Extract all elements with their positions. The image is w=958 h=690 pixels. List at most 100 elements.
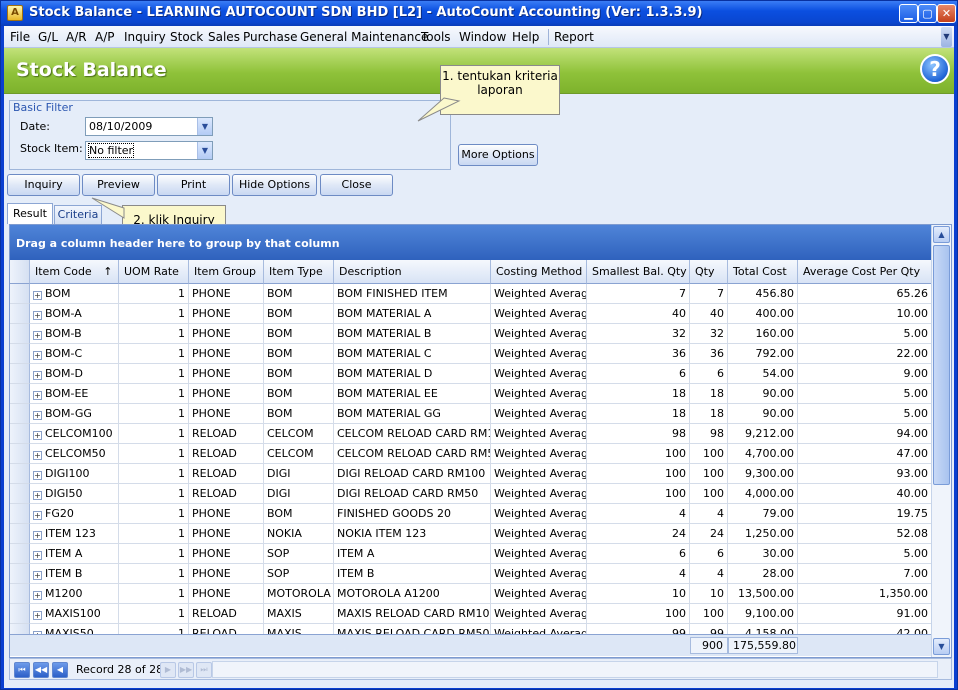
cell-item-type[interactable]: BOM — [264, 324, 334, 344]
cell-description[interactable]: ITEM B — [334, 564, 491, 584]
cell-total-cost[interactable]: 9,100.00 — [728, 604, 798, 624]
tab-result[interactable]: Result — [7, 203, 53, 224]
cell-average-cost[interactable]: 40.00 — [798, 484, 932, 504]
expand-row-icon[interactable]: + — [33, 331, 42, 340]
cell-item-group[interactable]: RELOAD — [189, 464, 264, 484]
cell-item-group[interactable]: PHONE — [189, 364, 264, 384]
cell-smallest-bal-qty[interactable]: 100 — [587, 484, 690, 504]
cell-description[interactable]: DIGI RELOAD CARD RM100 — [334, 464, 491, 484]
cell-item-code[interactable]: + BOM-GG — [30, 404, 119, 424]
menu-sales[interactable]: Sales — [208, 30, 240, 44]
cell-smallest-bal-qty[interactable]: 32 — [587, 324, 690, 344]
cell-average-cost[interactable]: 94.00 — [798, 424, 932, 444]
menu-gl[interactable]: G/L — [38, 30, 58, 44]
scroll-thumb[interactable] — [933, 245, 950, 485]
table-row[interactable]: + BOM-A 1 PHONE BOM BOM MATERIAL A Weighted Av… — [10, 304, 932, 324]
cell-qty[interactable]: 24 — [690, 524, 728, 544]
chevron-down-icon[interactable]: ▼ — [197, 142, 212, 159]
cell-uom-rate[interactable]: 1 — [119, 544, 189, 564]
cell-item-group[interactable]: PHONE — [189, 564, 264, 584]
cell-item-code[interactable]: + M1200 — [30, 584, 119, 604]
cell-item-code[interactable]: + FG20 — [30, 504, 119, 524]
cell-item-group[interactable]: RELOAD — [189, 444, 264, 464]
cell-item-code[interactable]: + BOM-D — [30, 364, 119, 384]
cell-average-cost[interactable]: 47.00 — [798, 444, 932, 464]
menu-inquiry[interactable]: Inquiry — [124, 30, 166, 44]
cell-smallest-bal-qty[interactable]: 18 — [587, 404, 690, 424]
col-item-group[interactable]: Item Group — [189, 260, 264, 284]
expand-row-icon[interactable]: + — [33, 491, 42, 500]
cell-costing-method[interactable]: Weighted Average — [491, 364, 587, 384]
title-bar[interactable]: A Stock Balance - LEARNING AUTOCOUNT SDN… — [1, 1, 957, 26]
cell-average-cost[interactable]: 9.00 — [798, 364, 932, 384]
menu-stock[interactable]: Stock — [170, 30, 203, 44]
prev-record-icon[interactable]: ◀ — [52, 662, 68, 678]
menu-tools[interactable]: Tools — [421, 30, 451, 44]
cell-average-cost[interactable]: 7.00 — [798, 564, 932, 584]
cell-item-type[interactable]: BOM — [264, 504, 334, 524]
cell-uom-rate[interactable]: 1 — [119, 484, 189, 504]
preview-button[interactable]: Preview — [82, 174, 155, 196]
cell-costing-method[interactable]: Weighted Average — [491, 624, 587, 634]
cell-item-code[interactable]: + ITEM 123 — [30, 524, 119, 544]
row-indicator[interactable] — [10, 464, 30, 484]
table-row[interactable]: + BOM-C 1 PHONE BOM BOM MATERIAL C Weighted Av… — [10, 344, 932, 364]
cell-smallest-bal-qty[interactable]: 98 — [587, 424, 690, 444]
cell-item-code[interactable]: + CELCOM50 — [30, 444, 119, 464]
table-row[interactable]: + BOM-B 1 PHONE BOM BOM MATERIAL B Weighted Av… — [10, 324, 932, 344]
cell-description[interactable]: BOM MATERIAL GG — [334, 404, 491, 424]
cell-smallest-bal-qty[interactable]: 6 — [587, 364, 690, 384]
cell-qty[interactable]: 100 — [690, 444, 728, 464]
col-description[interactable]: Description — [334, 260, 491, 284]
menu-window[interactable]: Window — [459, 30, 506, 44]
table-row[interactable]: + MAXIS100 1 RELOAD MAXIS MAXIS RELOAD CARD R… — [10, 604, 932, 624]
col-item-code[interactable]: Item Code ↑ — [30, 260, 119, 284]
cell-smallest-bal-qty[interactable]: 4 — [587, 504, 690, 524]
expand-row-icon[interactable]: + — [33, 431, 42, 440]
cell-smallest-bal-qty[interactable]: 100 — [587, 604, 690, 624]
table-row[interactable]: + FG20 1 PHONE BOM FINISHED GOODS 20 Weighted … — [10, 504, 932, 524]
cell-item-code[interactable]: + DIGI50 — [30, 484, 119, 504]
cell-total-cost[interactable]: 9,212.00 — [728, 424, 798, 444]
cell-uom-rate[interactable]: 1 — [119, 504, 189, 524]
cell-smallest-bal-qty[interactable]: 24 — [587, 524, 690, 544]
cell-smallest-bal-qty[interactable]: 18 — [587, 384, 690, 404]
cell-description[interactable]: FINISHED GOODS 20 — [334, 504, 491, 524]
cell-qty[interactable]: 7 — [690, 284, 728, 304]
cell-description[interactable]: ITEM A — [334, 544, 491, 564]
cell-total-cost[interactable]: 90.00 — [728, 384, 798, 404]
row-indicator[interactable] — [10, 364, 30, 384]
minimize-button[interactable]: ▁ — [899, 4, 918, 23]
table-row[interactable]: + ITEM A 1 PHONE SOP ITEM A Weighted Average 6 6… — [10, 544, 932, 564]
col-item-type[interactable]: Item Type — [264, 260, 334, 284]
cell-item-type[interactable]: BOM — [264, 304, 334, 324]
cell-total-cost[interactable]: 90.00 — [728, 404, 798, 424]
expand-row-icon[interactable]: + — [33, 411, 42, 420]
cell-costing-method[interactable]: Weighted Average — [491, 504, 587, 524]
row-indicator[interactable] — [10, 384, 30, 404]
cell-item-group[interactable]: RELOAD — [189, 484, 264, 504]
cell-description[interactable]: MOTOROLA A1200 — [334, 584, 491, 604]
cell-uom-rate[interactable]: 1 — [119, 324, 189, 344]
cell-average-cost[interactable]: 10.00 — [798, 304, 932, 324]
cell-uom-rate[interactable]: 1 — [119, 624, 189, 634]
cell-description[interactable]: CELCOM RELOAD CARD RM100 — [334, 424, 491, 444]
col-uom-rate[interactable]: UOM Rate — [119, 260, 189, 284]
more-options-button[interactable]: More Options — [458, 144, 538, 166]
cell-item-group[interactable]: PHONE — [189, 384, 264, 404]
cell-item-group[interactable]: PHONE — [189, 324, 264, 344]
cell-item-type[interactable]: SOP — [264, 564, 334, 584]
expand-row-icon[interactable]: + — [33, 591, 42, 600]
cell-item-group[interactable]: RELOAD — [189, 424, 264, 444]
scroll-up-icon[interactable]: ▲ — [933, 226, 950, 243]
scroll-down-icon[interactable]: ▼ — [933, 638, 950, 655]
cell-qty[interactable]: 6 — [690, 544, 728, 564]
row-indicator[interactable] — [10, 564, 30, 584]
cell-smallest-bal-qty[interactable]: 100 — [587, 464, 690, 484]
cell-costing-method[interactable]: Weighted Average — [491, 484, 587, 504]
next-record-icon[interactable]: ▶ — [160, 662, 176, 678]
cell-average-cost[interactable]: 5.00 — [798, 404, 932, 424]
cell-description[interactable]: BOM MATERIAL A — [334, 304, 491, 324]
cell-item-type[interactable]: SOP — [264, 544, 334, 564]
cell-smallest-bal-qty[interactable]: 6 — [587, 544, 690, 564]
